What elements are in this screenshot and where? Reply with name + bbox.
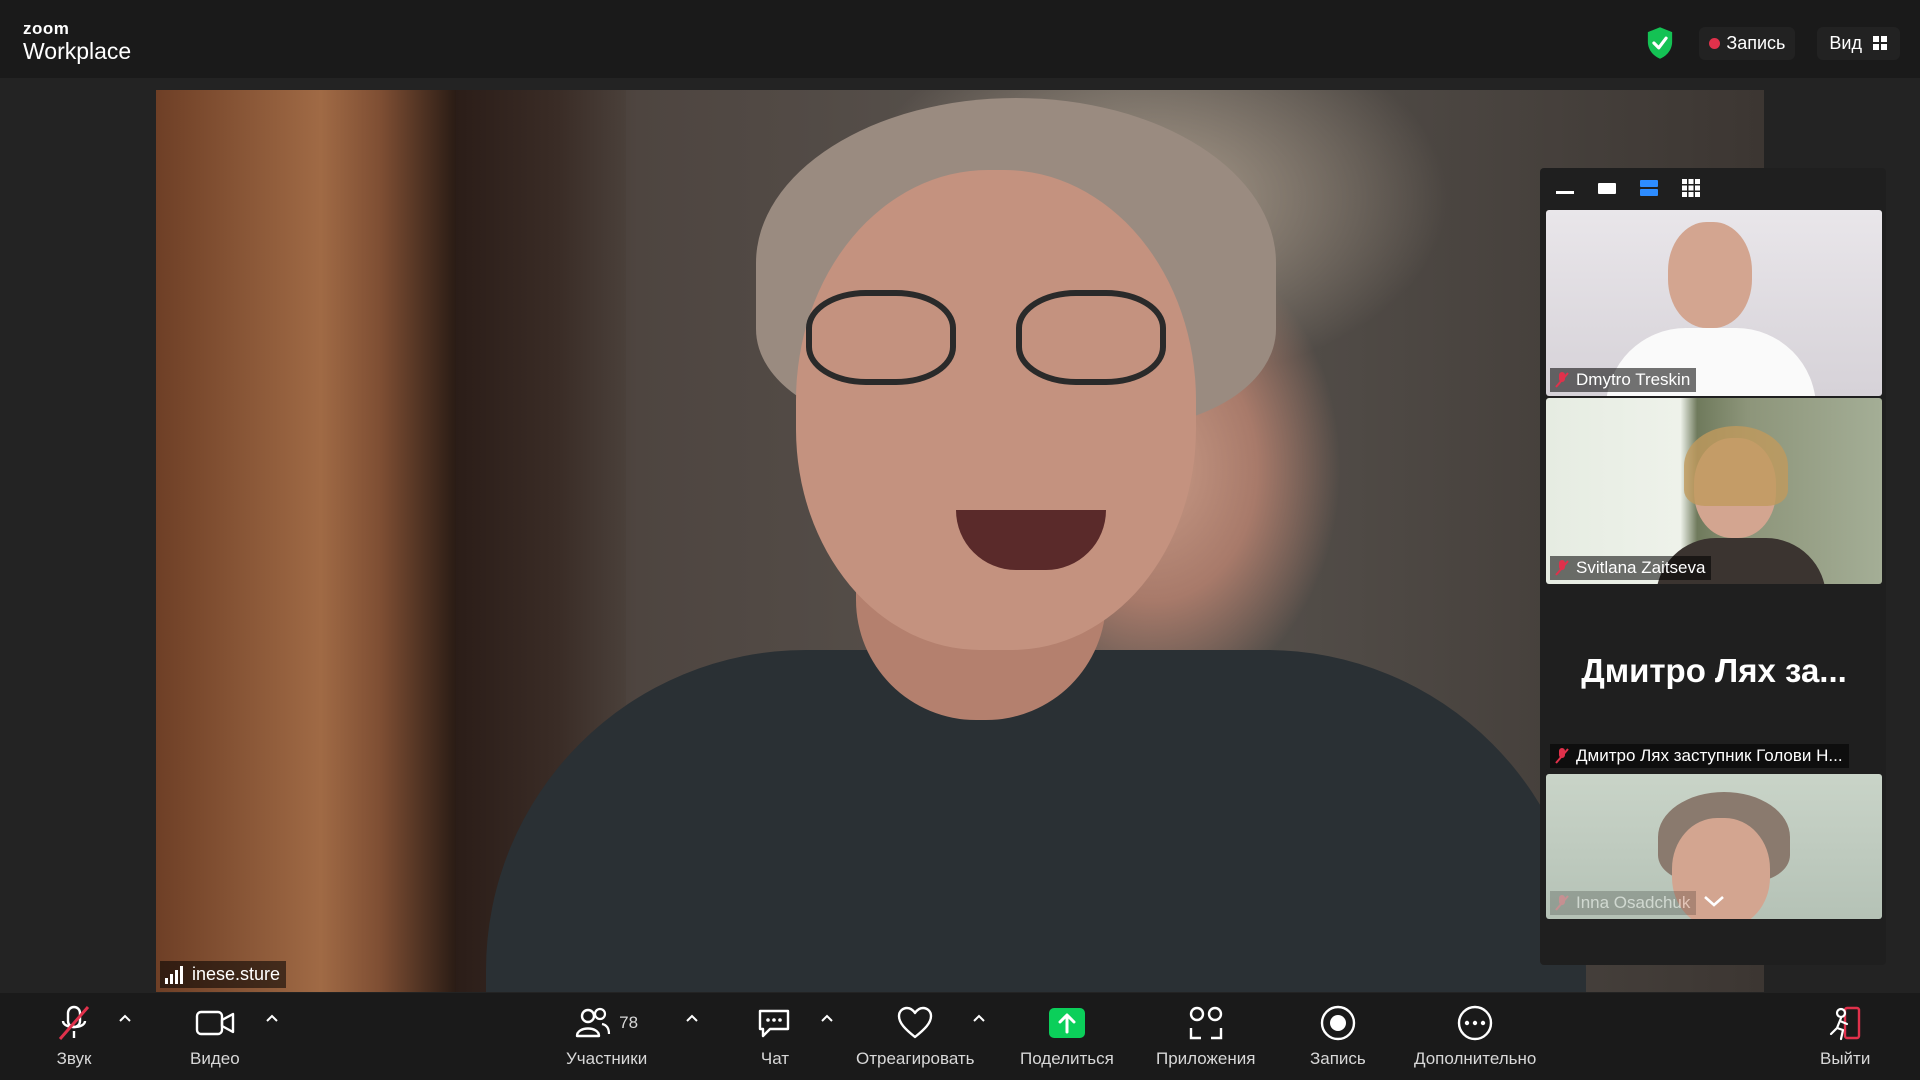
react-options-caret-icon[interactable]	[972, 1013, 986, 1023]
record-icon	[1320, 1005, 1356, 1041]
mic-muted-icon	[1555, 895, 1569, 911]
background-door	[156, 90, 456, 992]
single-view-button[interactable]	[1596, 179, 1618, 197]
participants-count: 78	[619, 1013, 639, 1032]
participant-tile[interactable]: Inna Osadchuk	[1546, 774, 1882, 919]
single-tile-icon	[1598, 183, 1616, 194]
speaker-name-tag: inese.sture	[160, 961, 287, 988]
participant-tile[interactable]: Dmytro Treskin	[1546, 210, 1882, 396]
connection-signal-icon	[165, 965, 183, 984]
record-label: Запись	[1310, 1049, 1366, 1068]
record-button[interactable]: Запись	[1310, 1003, 1366, 1069]
record-dot-icon	[1709, 37, 1721, 49]
grid-view-icon	[1873, 36, 1887, 50]
participant-name: Dmytro Treskin	[1576, 370, 1691, 389]
gallery-grid-icon	[1682, 179, 1700, 197]
chat-options-caret-icon[interactable]	[820, 1013, 834, 1023]
participant-name-tag: Svitlana Zaitseva	[1550, 556, 1712, 580]
participant-display-name: Дмитро Лях за...	[1581, 652, 1847, 689]
react-label: Отреагировать	[856, 1049, 975, 1068]
audio-options-caret-icon[interactable]	[118, 1013, 132, 1023]
strip-view-icon	[1640, 180, 1658, 196]
apps-button[interactable]: Приложения	[1156, 1003, 1255, 1069]
participant-tile[interactable]: Svitlana Zaitseva	[1546, 398, 1882, 584]
security-shield-icon[interactable]	[1645, 26, 1675, 60]
participant-tile[interactable]: Дмитро Лях за... Дмитро Лях заступник Го…	[1546, 586, 1882, 772]
share-label: Поделиться	[1020, 1049, 1114, 1068]
video-button[interactable]: Видео	[190, 1003, 240, 1069]
recording-indicator[interactable]: Запись	[1699, 26, 1796, 60]
share-screen-icon	[1048, 1008, 1085, 1038]
participant-name: Svitlana Zaitseva	[1576, 558, 1706, 577]
participant-face	[1668, 222, 1752, 328]
active-speaker-video[interactable]: inese.sture	[156, 90, 1764, 992]
heart-icon	[898, 1006, 933, 1039]
video-camera-icon	[195, 1010, 235, 1036]
share-screen-button[interactable]: Поделиться	[1020, 1003, 1114, 1069]
participant-name-tag: Dmytro Treskin	[1550, 368, 1697, 392]
apps-label: Приложения	[1156, 1049, 1256, 1068]
react-button[interactable]: Отреагировать	[856, 1003, 975, 1069]
strip-view-button[interactable]	[1638, 179, 1660, 197]
participants-options-caret-icon[interactable]	[685, 1013, 699, 1023]
speaker-face	[796, 170, 1196, 650]
leave-label: Выйти	[1820, 1049, 1871, 1068]
logo-zoom-text: zoom	[23, 19, 70, 38]
view-button[interactable]: Вид	[1817, 26, 1900, 60]
leave-button[interactable]: Выйти	[1820, 1003, 1870, 1069]
mic-muted-icon	[58, 1005, 90, 1040]
top-bar: zoom Workplace Запись Вид	[0, 0, 1920, 78]
video-label: Видео	[190, 1049, 240, 1068]
mic-muted-icon	[1555, 748, 1569, 764]
chevron-down-icon[interactable]	[1702, 893, 1726, 909]
apps-icon	[1189, 1006, 1222, 1040]
video-options-caret-icon[interactable]	[265, 1013, 279, 1023]
mic-muted-icon	[1555, 372, 1569, 388]
participants-button[interactable]: 78 Участники	[566, 1003, 647, 1069]
participant-name: Inna Osadchuk	[1576, 893, 1691, 912]
meeting-toolbar: Звук Видео 78 Участники Чат Отреагироват…	[0, 993, 1920, 1080]
view-label: Вид	[1829, 32, 1862, 53]
glasses-right	[1016, 290, 1166, 385]
chat-label: Чат	[760, 1049, 790, 1068]
participants-icon	[575, 1007, 611, 1038]
meeting-stage: inese.sture Dmytro Treskin Svitlana Zait…	[0, 78, 1920, 993]
more-options-icon	[1457, 1005, 1493, 1041]
more-button[interactable]: Дополнительно	[1414, 1003, 1536, 1069]
gallery-grid-button[interactable]	[1680, 179, 1702, 197]
glasses-left	[806, 290, 956, 385]
participant-name-tag: Inna Osadchuk	[1550, 891, 1697, 915]
audio-button[interactable]: Звук	[54, 1003, 94, 1069]
gallery-view-controls	[1540, 168, 1886, 208]
chat-button[interactable]: Чат	[756, 1003, 794, 1069]
more-label: Дополнительно	[1414, 1049, 1537, 1068]
top-right-controls: Запись Вид	[1645, 24, 1900, 62]
mic-muted-icon	[1555, 560, 1569, 576]
speaker-name: inese.sture	[192, 964, 281, 984]
audio-label: Звук	[56, 1049, 92, 1068]
leave-meeting-icon	[1830, 1006, 1861, 1041]
participants-label: Участники	[566, 1049, 648, 1068]
logo-workplace-text: Workplace	[23, 38, 132, 64]
chat-bubble-icon	[758, 1009, 790, 1038]
participant-name: Дмитро Лях заступник Голови Н...	[1576, 746, 1843, 765]
minimize-view-button[interactable]	[1554, 179, 1576, 197]
recording-label: Запись	[1726, 32, 1786, 53]
participant-name-tag: Дмитро Лях заступник Голови Н...	[1550, 744, 1849, 768]
minimize-icon	[1556, 191, 1574, 194]
zoom-logo: zoom Workplace	[23, 19, 132, 65]
participant-hair	[1684, 426, 1788, 506]
